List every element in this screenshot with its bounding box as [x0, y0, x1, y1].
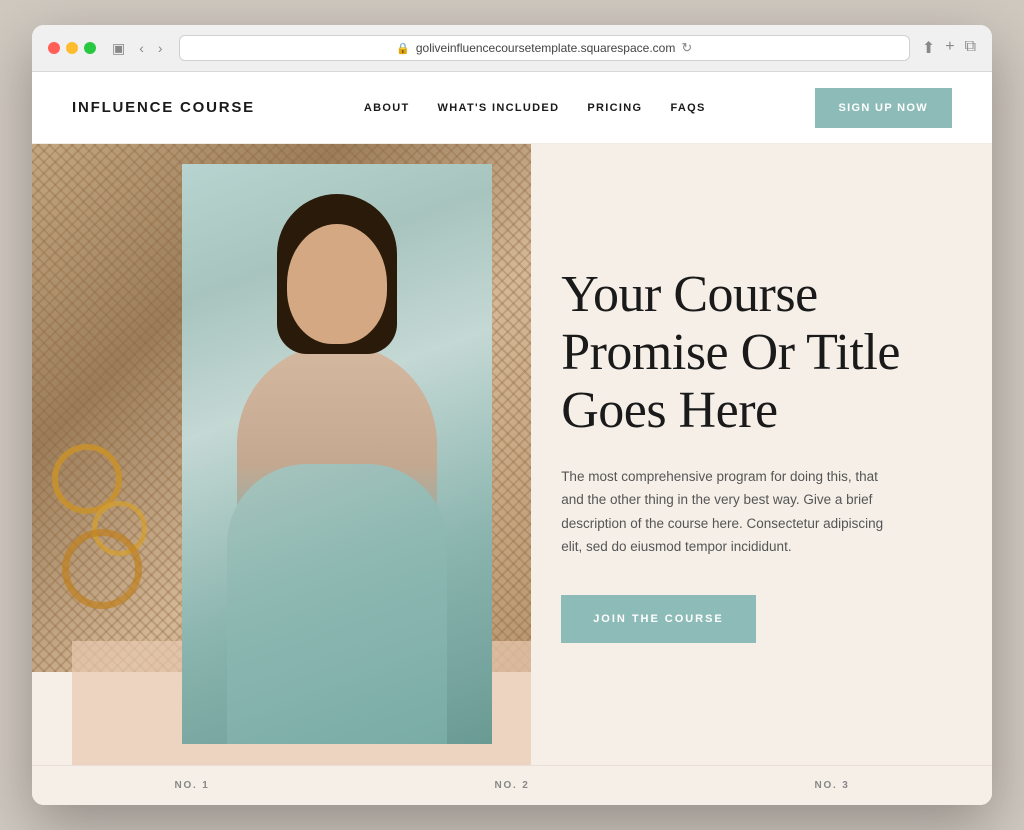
hero-content: Your Course Promise Or Title Goes Here T… — [531, 144, 992, 765]
maximize-button[interactable] — [84, 42, 96, 54]
portrait-image — [182, 164, 492, 744]
portrait-hair — [277, 194, 397, 354]
bottom-numbers: NO. 1 NO. 2 NO. 3 — [32, 765, 992, 805]
nav-whats-included[interactable]: WHAT'S INCLUDED — [438, 102, 560, 114]
signup-button[interactable]: SIGN UP NOW — [815, 88, 953, 128]
join-course-button[interactable]: JOIN THE COURSE — [561, 595, 756, 643]
sidebar-toggle-icon[interactable]: ▣ — [108, 38, 129, 59]
address-bar[interactable]: 🔒 goliveinfluencecoursetemplate.squaresp… — [179, 35, 910, 61]
share-icon[interactable]: ⬆ — [922, 38, 935, 58]
site-logo: INFLUENCE COURSE — [72, 99, 255, 116]
number-2: NO. 2 — [494, 780, 529, 791]
hero-description: The most comprehensive program for doing… — [561, 465, 901, 560]
new-tab-icon[interactable]: + — [945, 38, 954, 58]
browser-controls: ▣ ‹ › — [108, 38, 167, 59]
nav-links: ABOUT WHAT'S INCLUDED PRICING FAQS — [364, 102, 706, 114]
number-3: NO. 3 — [814, 780, 849, 791]
browser-actions: ⬆ + ⧉ — [922, 38, 976, 58]
browser-window: ▣ ‹ › 🔒 goliveinfluencecoursetemplate.sq… — [32, 25, 992, 805]
nav-faqs[interactable]: FAQS — [670, 102, 705, 114]
back-icon[interactable]: ‹ — [135, 38, 148, 58]
hero-images — [32, 144, 531, 765]
website: INFLUENCE COURSE ABOUT WHAT'S INCLUDED P… — [32, 72, 992, 805]
forward-icon[interactable]: › — [154, 38, 167, 58]
hero-section: Your Course Promise Or Title Goes Here T… — [32, 144, 992, 765]
number-1: NO. 1 — [174, 780, 209, 791]
traffic-lights — [48, 42, 96, 54]
nav-pricing[interactable]: PRICING — [587, 102, 642, 114]
lock-icon: 🔒 — [396, 42, 410, 55]
refresh-icon[interactable]: ↻ — [681, 40, 692, 56]
jewelry-ring-3 — [62, 529, 142, 609]
close-button[interactable] — [48, 42, 60, 54]
hero-title: Your Course Promise Or Title Goes Here — [561, 266, 942, 441]
navigation: INFLUENCE COURSE ABOUT WHAT'S INCLUDED P… — [32, 72, 992, 144]
url-text: goliveinfluencecoursetemplate.squarespac… — [416, 41, 675, 55]
nav-about[interactable]: ABOUT — [364, 102, 410, 114]
tabs-icon[interactable]: ⧉ — [965, 38, 976, 58]
portrait-sweater — [227, 464, 447, 744]
browser-chrome: ▣ ‹ › 🔒 goliveinfluencecoursetemplate.sq… — [32, 25, 992, 72]
minimize-button[interactable] — [66, 42, 78, 54]
